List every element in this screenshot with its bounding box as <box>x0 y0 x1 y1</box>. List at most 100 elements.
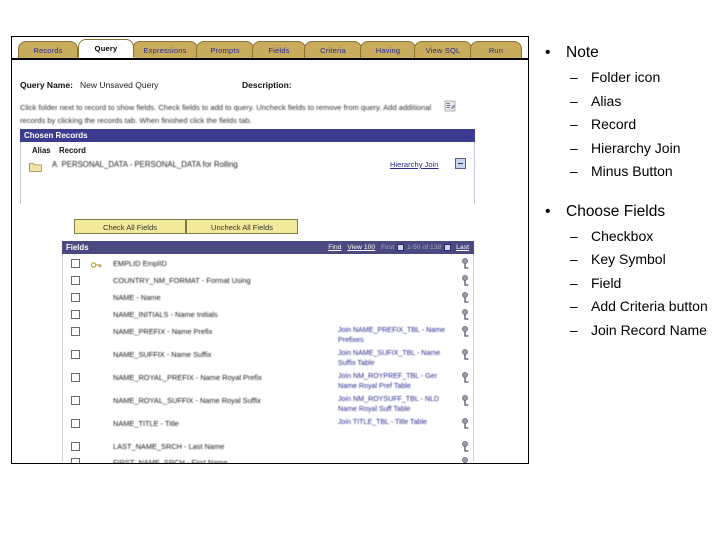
add-criteria-icon[interactable] <box>459 456 472 463</box>
field-checkbox[interactable] <box>71 442 80 451</box>
hierarchy-join-link[interactable]: Hierarchy Join <box>390 160 439 169</box>
sub-bullet-join-record-name: – Join Record Name <box>532 319 718 343</box>
sub-bullet-hierarchy-join: – Hierarchy Join <box>532 137 718 161</box>
field-checkbox[interactable] <box>71 276 80 285</box>
field-checkbox[interactable] <box>71 293 80 302</box>
field-label: NAME_INITIALS - Name Initials <box>113 310 218 319</box>
tab-having[interactable]: Having <box>360 41 416 58</box>
add-criteria-icon[interactable] <box>459 308 472 321</box>
query-name-label: Query Name: <box>20 80 73 90</box>
sub-bullet-text: Minus Button <box>591 163 673 179</box>
description-label: Description: <box>242 80 292 90</box>
field-checkbox[interactable] <box>71 373 80 382</box>
join-record-name[interactable]: Join NM_ROYPREF_TBL - Ger Name Royal Pre… <box>338 372 456 391</box>
personalize-icon[interactable] <box>444 99 456 112</box>
field-row: NAME_ROYAL_SUFFIX - Name Royal Suffix Jo… <box>63 394 475 416</box>
record-alias: A <box>52 160 58 169</box>
dash-marker: – <box>570 163 578 179</box>
view-all-link[interactable]: View 100 <box>347 244 375 251</box>
bullet-heading-text: Note <box>566 44 599 61</box>
field-row: NAME_TITLE - Title Join TITLE_TBL - Titl… <box>63 417 475 439</box>
find-link[interactable]: Find <box>328 244 341 251</box>
add-criteria-icon[interactable] <box>459 325 472 338</box>
add-criteria-icon[interactable] <box>459 371 472 384</box>
sub-bullet-text: Field <box>591 274 622 291</box>
field-label: NAME_TITLE - Title <box>113 419 179 428</box>
field-checkbox[interactable] <box>71 396 80 405</box>
bullet-dot: • <box>545 44 551 61</box>
sub-bullet-text: Alias <box>591 92 622 109</box>
instruction-text: Click folder next to record to show fiel… <box>20 103 432 125</box>
sub-bullet-text: Folder icon <box>591 69 661 85</box>
join-record-name[interactable]: Join NM_ROYSUFF_TBL - NLD Name Royal Suf… <box>338 395 456 414</box>
dash-marker: – <box>570 298 578 314</box>
sub-bullet-text: Join Record Name <box>591 321 707 338</box>
field-label: COUNTRY_NM_FORMAT - Format Using <box>113 276 251 285</box>
tab-records[interactable]: Records <box>18 41 78 58</box>
field-checkbox[interactable] <box>71 458 80 463</box>
dash-marker: – <box>570 92 578 109</box>
sub-bullet-field: – Field <box>532 272 718 296</box>
dash-marker: – <box>570 274 578 291</box>
sub-bullet-text: Checkbox <box>591 227 654 244</box>
sub-bullet-key-symbol: – Key Symbol <box>532 248 718 272</box>
add-criteria-icon[interactable] <box>459 257 472 270</box>
join-record-name[interactable]: Join NAME_PREFIX_TBL - Name Prefixes <box>338 326 456 345</box>
join-record-name[interactable]: Join TITLE_TBL - Title Table <box>338 418 456 428</box>
check-all-fields-button[interactable]: Check All Fields <box>74 219 186 234</box>
record-name: PERSONAL_DATA - PERSONAL_DATA for Rollin… <box>61 160 238 169</box>
dash-marker: – <box>570 227 578 244</box>
minus-icon <box>458 163 463 164</box>
add-criteria-icon[interactable] <box>459 394 472 407</box>
dash-marker: – <box>570 69 578 85</box>
field-checkbox[interactable] <box>71 259 80 268</box>
field-checkbox[interactable] <box>71 419 80 428</box>
folder-icon[interactable] <box>29 159 42 172</box>
uncheck-all-fields-button[interactable]: Uncheck All Fields <box>186 219 298 234</box>
fields-grid-header: Fields Find View 100 First 1-50 of 138 L… <box>62 241 474 254</box>
tab-view-sql[interactable]: View SQL <box>414 41 472 58</box>
tab-expressions[interactable]: Expressions <box>132 41 198 58</box>
bullet-column: • Note – Folder icon – Alias – Record – … <box>532 40 718 342</box>
peoplesoft-query-screenshot: Records Query Expressions Prompts Fields… <box>11 36 529 464</box>
dash-marker: – <box>570 251 578 267</box>
field-label: NAME_ROYAL_SUFFIX - Name Royal Suffix <box>113 396 261 405</box>
chosen-record-row: A PERSONAL_DATA - PERSONAL_DATA for Roll… <box>52 160 238 169</box>
field-checkbox[interactable] <box>71 310 80 319</box>
field-label: FIRST_NAME_SRCH - First Name <box>113 458 228 464</box>
dash-marker: – <box>570 116 578 132</box>
field-row: COUNTRY_NM_FORMAT - Format Using <box>63 274 475 289</box>
tab-criteria[interactable]: Criteria <box>304 41 362 58</box>
col-header-alias: Alias <box>32 146 51 155</box>
tab-run[interactable]: Run <box>470 41 522 58</box>
field-row: NAME_PREFIX - Name Prefix Join NAME_PREF… <box>63 325 475 347</box>
tab-fields[interactable]: Fields <box>252 41 306 58</box>
add-criteria-icon[interactable] <box>459 274 472 287</box>
fields-grid-title: Fields <box>66 243 89 252</box>
field-label: NAME_PREFIX - Name Prefix <box>113 327 213 336</box>
last-link[interactable]: Last <box>456 244 469 251</box>
field-row: NAME_ROYAL_PREFIX - Name Royal Prefix Jo… <box>63 371 475 393</box>
field-label: EMPLID EmplID <box>113 259 167 268</box>
field-row: LAST_NAME_SRCH - Last Name <box>63 440 475 455</box>
field-label: NAME_SUFFIX - Name Suffix <box>113 350 212 359</box>
grid-nav: Find View 100 First 1-50 of 138 Last <box>326 241 471 254</box>
join-record-name[interactable]: Join NAME_SUFIX_TBL - Name Suffix Table <box>338 349 456 368</box>
minus-button[interactable] <box>455 158 466 169</box>
add-criteria-icon[interactable] <box>459 291 472 304</box>
field-checkbox[interactable] <box>71 327 80 336</box>
bullet-heading-note: • Note <box>532 40 718 65</box>
add-criteria-icon[interactable] <box>459 348 472 361</box>
next-page-button[interactable] <box>444 243 452 251</box>
sub-bullet-record: – Record <box>532 113 718 137</box>
field-row: NAME - Name <box>63 291 475 306</box>
tab-prompts[interactable]: Prompts <box>196 41 254 58</box>
field-label: LAST_NAME_SRCH - Last Name <box>113 442 225 451</box>
first-label[interactable]: First <box>381 244 394 251</box>
tab-query[interactable]: Query <box>78 39 134 58</box>
add-criteria-icon[interactable] <box>459 440 472 453</box>
prev-page-button[interactable] <box>397 243 405 251</box>
field-row: NAME_SUFFIX - Name Suffix Join NAME_SUFI… <box>63 348 475 370</box>
field-checkbox[interactable] <box>71 350 80 359</box>
add-criteria-icon[interactable] <box>459 417 472 430</box>
